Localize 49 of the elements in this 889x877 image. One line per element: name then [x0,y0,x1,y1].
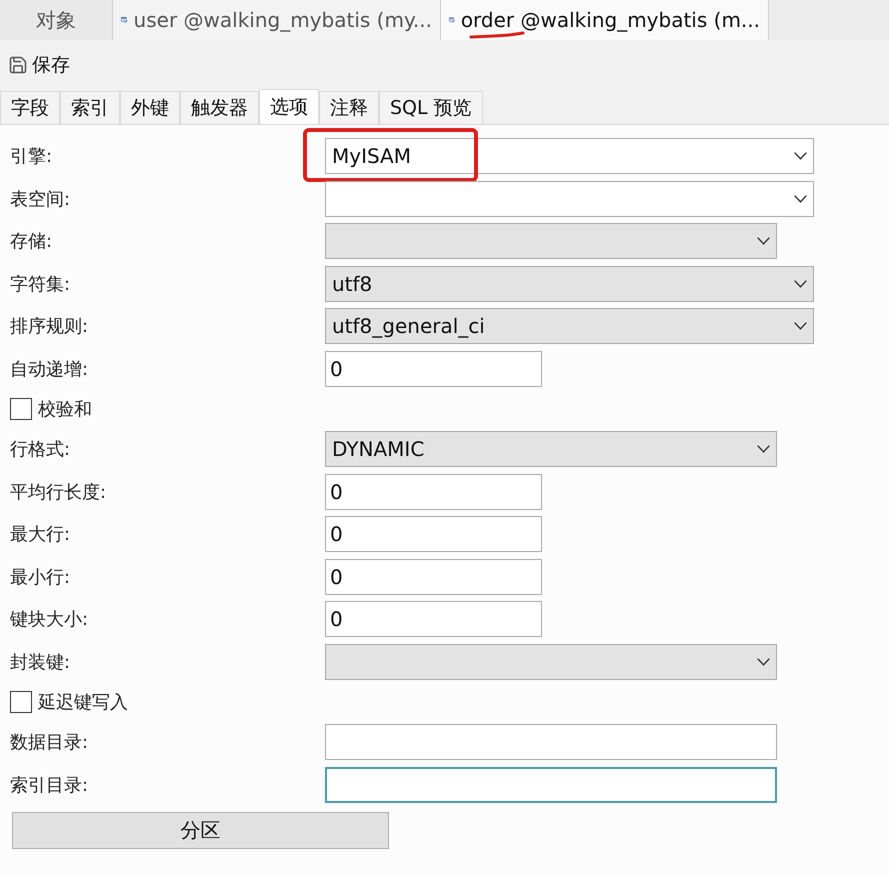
input-field[interactable] [325,766,777,803]
chevron-icon [757,445,770,454]
field-label: 存储: [10,231,52,252]
field-label: 排序规则: [10,316,88,338]
chevron-icon [794,194,807,203]
chevron-icon [757,237,770,246]
tab[interactable]: 触发器 [180,91,259,124]
combo-box[interactable] [325,180,814,217]
checkbox[interactable]: 校验和 [10,397,92,421]
tab[interactable]: SQL 预览 [379,91,483,124]
save-icon [8,55,28,75]
document-tab[interactable]: order @walking_mybatis (m... [441,0,769,40]
dropdown[interactable] [325,223,777,260]
chevron-icon [757,658,770,666]
tab[interactable]: 选项 [259,89,319,124]
checkbox[interactable]: 延迟键写入 [10,690,128,714]
chevron-icon [794,152,807,160]
combo-box[interactable]: MyISAM [325,138,814,174]
field-label: 最小行: [10,566,70,588]
input-field[interactable]: 0 [325,350,542,387]
field-label: 最大行: [10,524,70,546]
field-label: 自动递增: [10,358,88,380]
input-field[interactable] [325,724,777,760]
field-label: 表空间: [10,188,70,210]
field-label: 数据目录: [10,732,88,754]
field-label: 键块大小: [10,609,88,630]
field-label: 索引目录: [10,774,88,796]
field-label: 封装键: [10,652,70,673]
field-label: 平均行长度: [10,482,106,503]
tab[interactable]: 索引 [60,91,120,124]
dropdown[interactable]: utf8 [325,266,814,302]
chevron-icon [794,280,807,288]
tab[interactable]: 注释 [319,91,379,124]
save-button[interactable]: 保存 [6,50,72,80]
document-tab[interactable]: user @walking_mybatis (my... [113,0,441,40]
field-label: 引擎: [10,146,52,168]
dropdown[interactable]: utf8_general_ci [325,308,814,344]
dropdown[interactable]: DYNAMIC [325,431,777,468]
tab[interactable]: 外键 [120,91,180,124]
input-field[interactable]: 0 [325,474,542,510]
input-field[interactable]: 0 [325,558,542,595]
dropdown[interactable] [325,644,777,680]
field-label: 行格式: [10,439,70,460]
input-field[interactable]: 0 [325,601,542,638]
field-label: 字符集: [10,274,70,295]
chevron-icon [794,322,807,330]
tab[interactable]: 字段 [0,91,60,124]
input-field[interactable]: 0 [325,516,542,552]
partition-button[interactable]: 分区 [12,812,389,849]
